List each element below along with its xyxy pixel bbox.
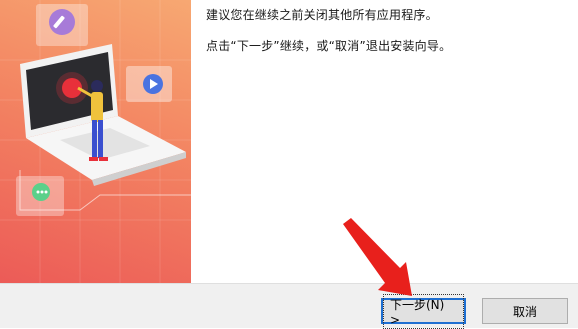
footer-divider xyxy=(0,283,578,284)
next-button[interactable]: 下一步(N) > xyxy=(381,293,466,329)
next-button-label: 下一步(N) > xyxy=(383,293,464,329)
pen-card-icon xyxy=(36,4,88,46)
wizard-content-panel: 建议您在继续之前关闭其他所有应用程序。 点击“下一步”继续，或“取消”退出安装向… xyxy=(191,0,578,283)
installer-banner-illustration xyxy=(0,0,191,283)
instruction-text-next-or-cancel: 点击“下一步”继续，或“取消”退出安装向导。 xyxy=(206,39,452,53)
laptop-illustration xyxy=(0,0,191,283)
cancel-button[interactable]: 取消 xyxy=(482,298,568,324)
instruction-text-close-apps: 建议您在继续之前关闭其他所有应用程序。 xyxy=(206,8,438,22)
play-card-icon xyxy=(126,66,172,102)
